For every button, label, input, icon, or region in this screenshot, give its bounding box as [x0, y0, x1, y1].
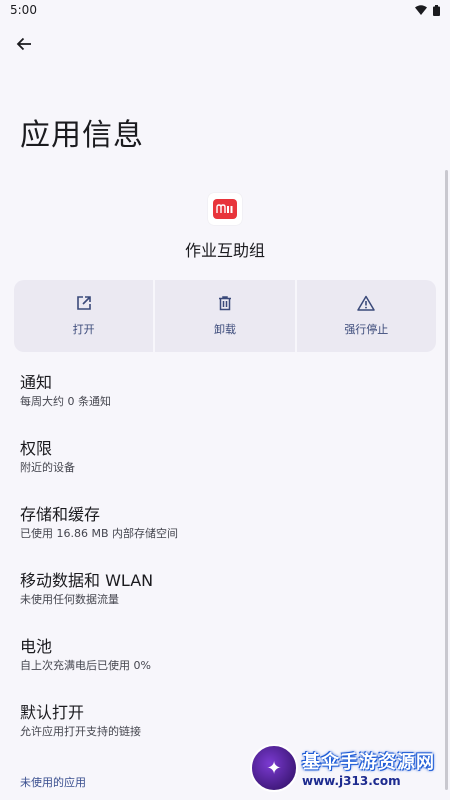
status-icons: [415, 4, 440, 16]
force-stop-label: 强行停止: [344, 323, 389, 336]
app-name: 作业互助组: [184, 241, 265, 260]
arrow-back-icon: [16, 37, 31, 51]
item-subtitle: 未使用任何数据流量: [20, 593, 119, 606]
app-icon: [208, 193, 242, 225]
watermark-text: 基伞手游资源网 www.j313.com: [302, 748, 435, 788]
scrollbar[interactable]: [445, 170, 448, 790]
watermark-url: www.j313.com: [302, 774, 401, 788]
list-item-battery[interactable]: 电池 自上次充满电后已使用 0%: [20, 636, 430, 702]
app-logo-icon: [213, 199, 237, 219]
item-subtitle: 已使用 16.86 MB 内部存储空间: [20, 527, 179, 540]
open-label: 打开: [72, 323, 95, 336]
list-item-storage[interactable]: 存储和缓存 已使用 16.86 MB 内部存储空间: [20, 504, 430, 570]
item-title: 存储和缓存: [20, 505, 101, 524]
action-bar: 打开 卸载 强行停止: [14, 280, 436, 352]
battery-icon: [433, 4, 440, 16]
list-item-permissions[interactable]: 权限 附近的设备: [20, 438, 430, 504]
item-subtitle: 自上次充满电后已使用 0%: [20, 659, 151, 672]
watermark: ✦ 基伞手游资源网 www.j313.com: [250, 740, 446, 796]
warning-icon: [357, 295, 376, 311]
watermark-name: 基伞手游资源网: [302, 752, 435, 773]
item-subtitle: 允许应用打开支持的链接: [20, 725, 141, 738]
item-subtitle: 每周大约 0 条通知: [20, 395, 111, 408]
open-external-icon: [76, 296, 91, 310]
item-title: 通知: [20, 373, 53, 392]
page-title: 应用信息: [20, 118, 144, 153]
uninstall-label: 卸载: [213, 323, 236, 336]
uninstall-button[interactable]: 卸载: [155, 280, 295, 352]
item-title: 权限: [20, 439, 53, 458]
trash-icon: [218, 296, 231, 311]
status-bar: 5:00: [0, 0, 450, 20]
status-time: 5:00: [10, 3, 37, 17]
item-title: 默认打开: [20, 703, 85, 722]
item-title: 电池: [20, 637, 53, 656]
watermark-logo-icon: ✦: [250, 744, 298, 792]
list-item-notifications[interactable]: 通知 每周大约 0 条通知: [20, 372, 430, 438]
item-subtitle: 附近的设备: [20, 461, 75, 474]
item-title: 移动数据和 WLAN: [20, 571, 154, 590]
back-button[interactable]: [8, 28, 40, 60]
unused-apps-link[interactable]: 未使用的应用: [20, 774, 86, 790]
wifi-icon: [415, 5, 427, 15]
open-button[interactable]: 打开: [14, 280, 154, 352]
force-stop-button[interactable]: 强行停止: [296, 280, 436, 352]
settings-list: 通知 每周大约 0 条通知 权限 附近的设备 存储和缓存 已使用 16.86 M…: [20, 372, 430, 768]
list-item-mobile-data[interactable]: 移动数据和 WLAN 未使用任何数据流量: [20, 570, 430, 636]
